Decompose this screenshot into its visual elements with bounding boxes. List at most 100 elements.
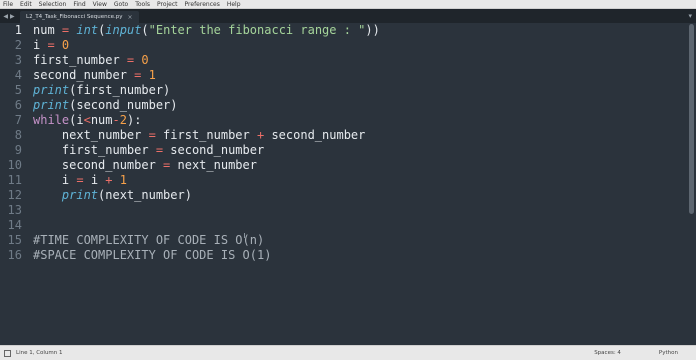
code-token: second_number [33,158,164,172]
code-line[interactable]: second_number = 1 [33,68,673,83]
line-number: 5 [14,83,22,97]
menu-item-tools[interactable]: Tools [135,0,150,9]
line-number: 7 [14,113,22,127]
line-number: 16 [7,248,22,262]
code-token: input [105,23,142,37]
code-line[interactable]: #TIME COMPLEXITY OF CODE IS O(n) [33,233,673,248]
code-token: 2 [119,113,127,127]
code-token: print [33,98,70,112]
menu-item-help[interactable]: Help [227,0,241,9]
code-token: ): [126,113,142,127]
menu-bar: File Edit Selection Find View Goto Tools Projec… [0,0,696,9]
line-number: 14 [7,218,22,232]
code-token: num [90,113,113,127]
code-token: int [76,23,99,37]
code-line[interactable]: i = 0 [33,38,673,53]
line-number: 1 [14,23,22,37]
code-token: #TIME COMPLEXITY OF CODE IS O(n) [33,233,265,247]
menu-item-project[interactable]: Project [157,0,178,9]
code-token: print [61,188,99,202]
menu-item-view[interactable]: View [93,0,107,9]
code-line[interactable]: first_number = second_number [33,143,673,158]
cursor-position: Line 1, Column 1 [16,350,63,356]
code-line[interactable]: while(i<num-2): [33,113,673,128]
menu-item-selection[interactable]: Selection [39,0,67,9]
panel-toggle-icon[interactable] [4,349,11,357]
code-token: second_number [163,143,265,157]
code-token: num [33,23,62,37]
code-token: next_number [33,128,149,142]
code-token: second_number [33,68,135,82]
code-token: 1 [148,68,156,82]
code-token: 1 [119,173,127,187]
code-area[interactable]: num = int(input("Enter the fibonacci ran… [33,23,673,263]
line-number: 11 [7,173,22,187]
tab-list-chevron-down-icon[interactable]: ▾ [688,12,692,20]
line-number: 4 [14,68,22,82]
code-token: (second_number) [69,98,178,112]
code-token: + [105,173,113,187]
line-number: 15 [7,233,22,247]
tab-filename: L2_T4_Task_Fibonacci Sequence.py [26,14,123,20]
code-token: second_number [264,128,366,142]
arrow-left-icon[interactable]: ◀ [3,13,8,20]
menu-item-preferences[interactable]: Preferences [185,0,220,9]
code-token: = [76,173,84,187]
line-number: 10 [7,158,22,172]
syntax-mode[interactable]: Python [659,350,678,356]
line-number: 13 [7,203,22,217]
line-number: 3 [14,53,22,67]
arrow-right-icon[interactable]: ▶ [10,13,15,20]
code-token: while [33,113,70,127]
code-line[interactable]: second_number = next_number [33,158,673,173]
line-number: 12 [7,188,22,202]
close-icon[interactable]: × [128,14,133,21]
code-line[interactable]: next_number = first_number + second_numb… [33,128,673,143]
code-line[interactable]: num = int(input("Enter the fibonacci ran… [33,23,673,38]
code-token: - [112,113,120,127]
code-token: "Enter the fibonacci range : " [148,23,366,37]
code-token: i [83,173,106,187]
tab-nav-arrows[interactable]: ◀ ▶ [0,9,18,23]
indentation-setting[interactable]: Spaces: 4 [594,350,621,356]
code-token: print [33,83,70,97]
line-number: 2 [14,38,22,52]
code-token: (i [69,113,84,127]
vertical-scrollbar[interactable] [689,24,694,214]
code-line[interactable]: print(second_number) [33,98,673,113]
code-token: i [33,173,77,187]
code-token: = [148,128,156,142]
tab-bar: ◀ ▶ L2_T4_Task_Fibonacci Sequence.py × ▾ [0,9,696,23]
code-line[interactable]: print(first_number) [33,83,673,98]
code-line[interactable] [33,203,673,218]
code-line[interactable]: #SPACE COMPLEXITY OF CODE IS O(1) [33,248,673,263]
code-token: = [47,38,55,52]
code-line[interactable]: i = i + 1 [33,173,673,188]
code-token: first_number [155,128,257,142]
code-token: 0 [61,38,70,52]
code-token: first_number [33,53,127,67]
menu-item-file[interactable]: File [3,0,13,9]
line-number: 6 [14,98,22,112]
status-bar: Line 1, Column 1 Spaces: 4 Python [0,345,696,360]
code-token: = [155,143,164,157]
code-token: #SPACE COMPLEXITY OF CODE IS O(1) [33,248,272,262]
code-editor[interactable]: 1 2 3 4 5 6 7 8 9 10 11 12 13 14 15 16 num = int(input(… [0,23,696,345]
text-cursor [244,233,245,238]
code-token: )) [365,23,380,37]
code-line[interactable]: print(next_number) [33,188,673,203]
code-token: (next_number) [98,188,192,202]
line-number-gutter: 1 2 3 4 5 6 7 8 9 10 11 12 13 14 15 16 [0,23,30,263]
tab-active-file[interactable]: L2_T4_Task_Fibonacci Sequence.py × [20,11,139,23]
menu-item-goto[interactable]: Goto [114,0,128,9]
menu-item-find[interactable]: Find [73,0,85,9]
code-token: 0 [141,53,149,67]
menu-item-edit[interactable]: Edit [20,0,32,9]
code-line[interactable] [33,218,673,233]
code-token: next_number [170,158,257,172]
code-line[interactable]: first_number = 0 [33,53,673,68]
